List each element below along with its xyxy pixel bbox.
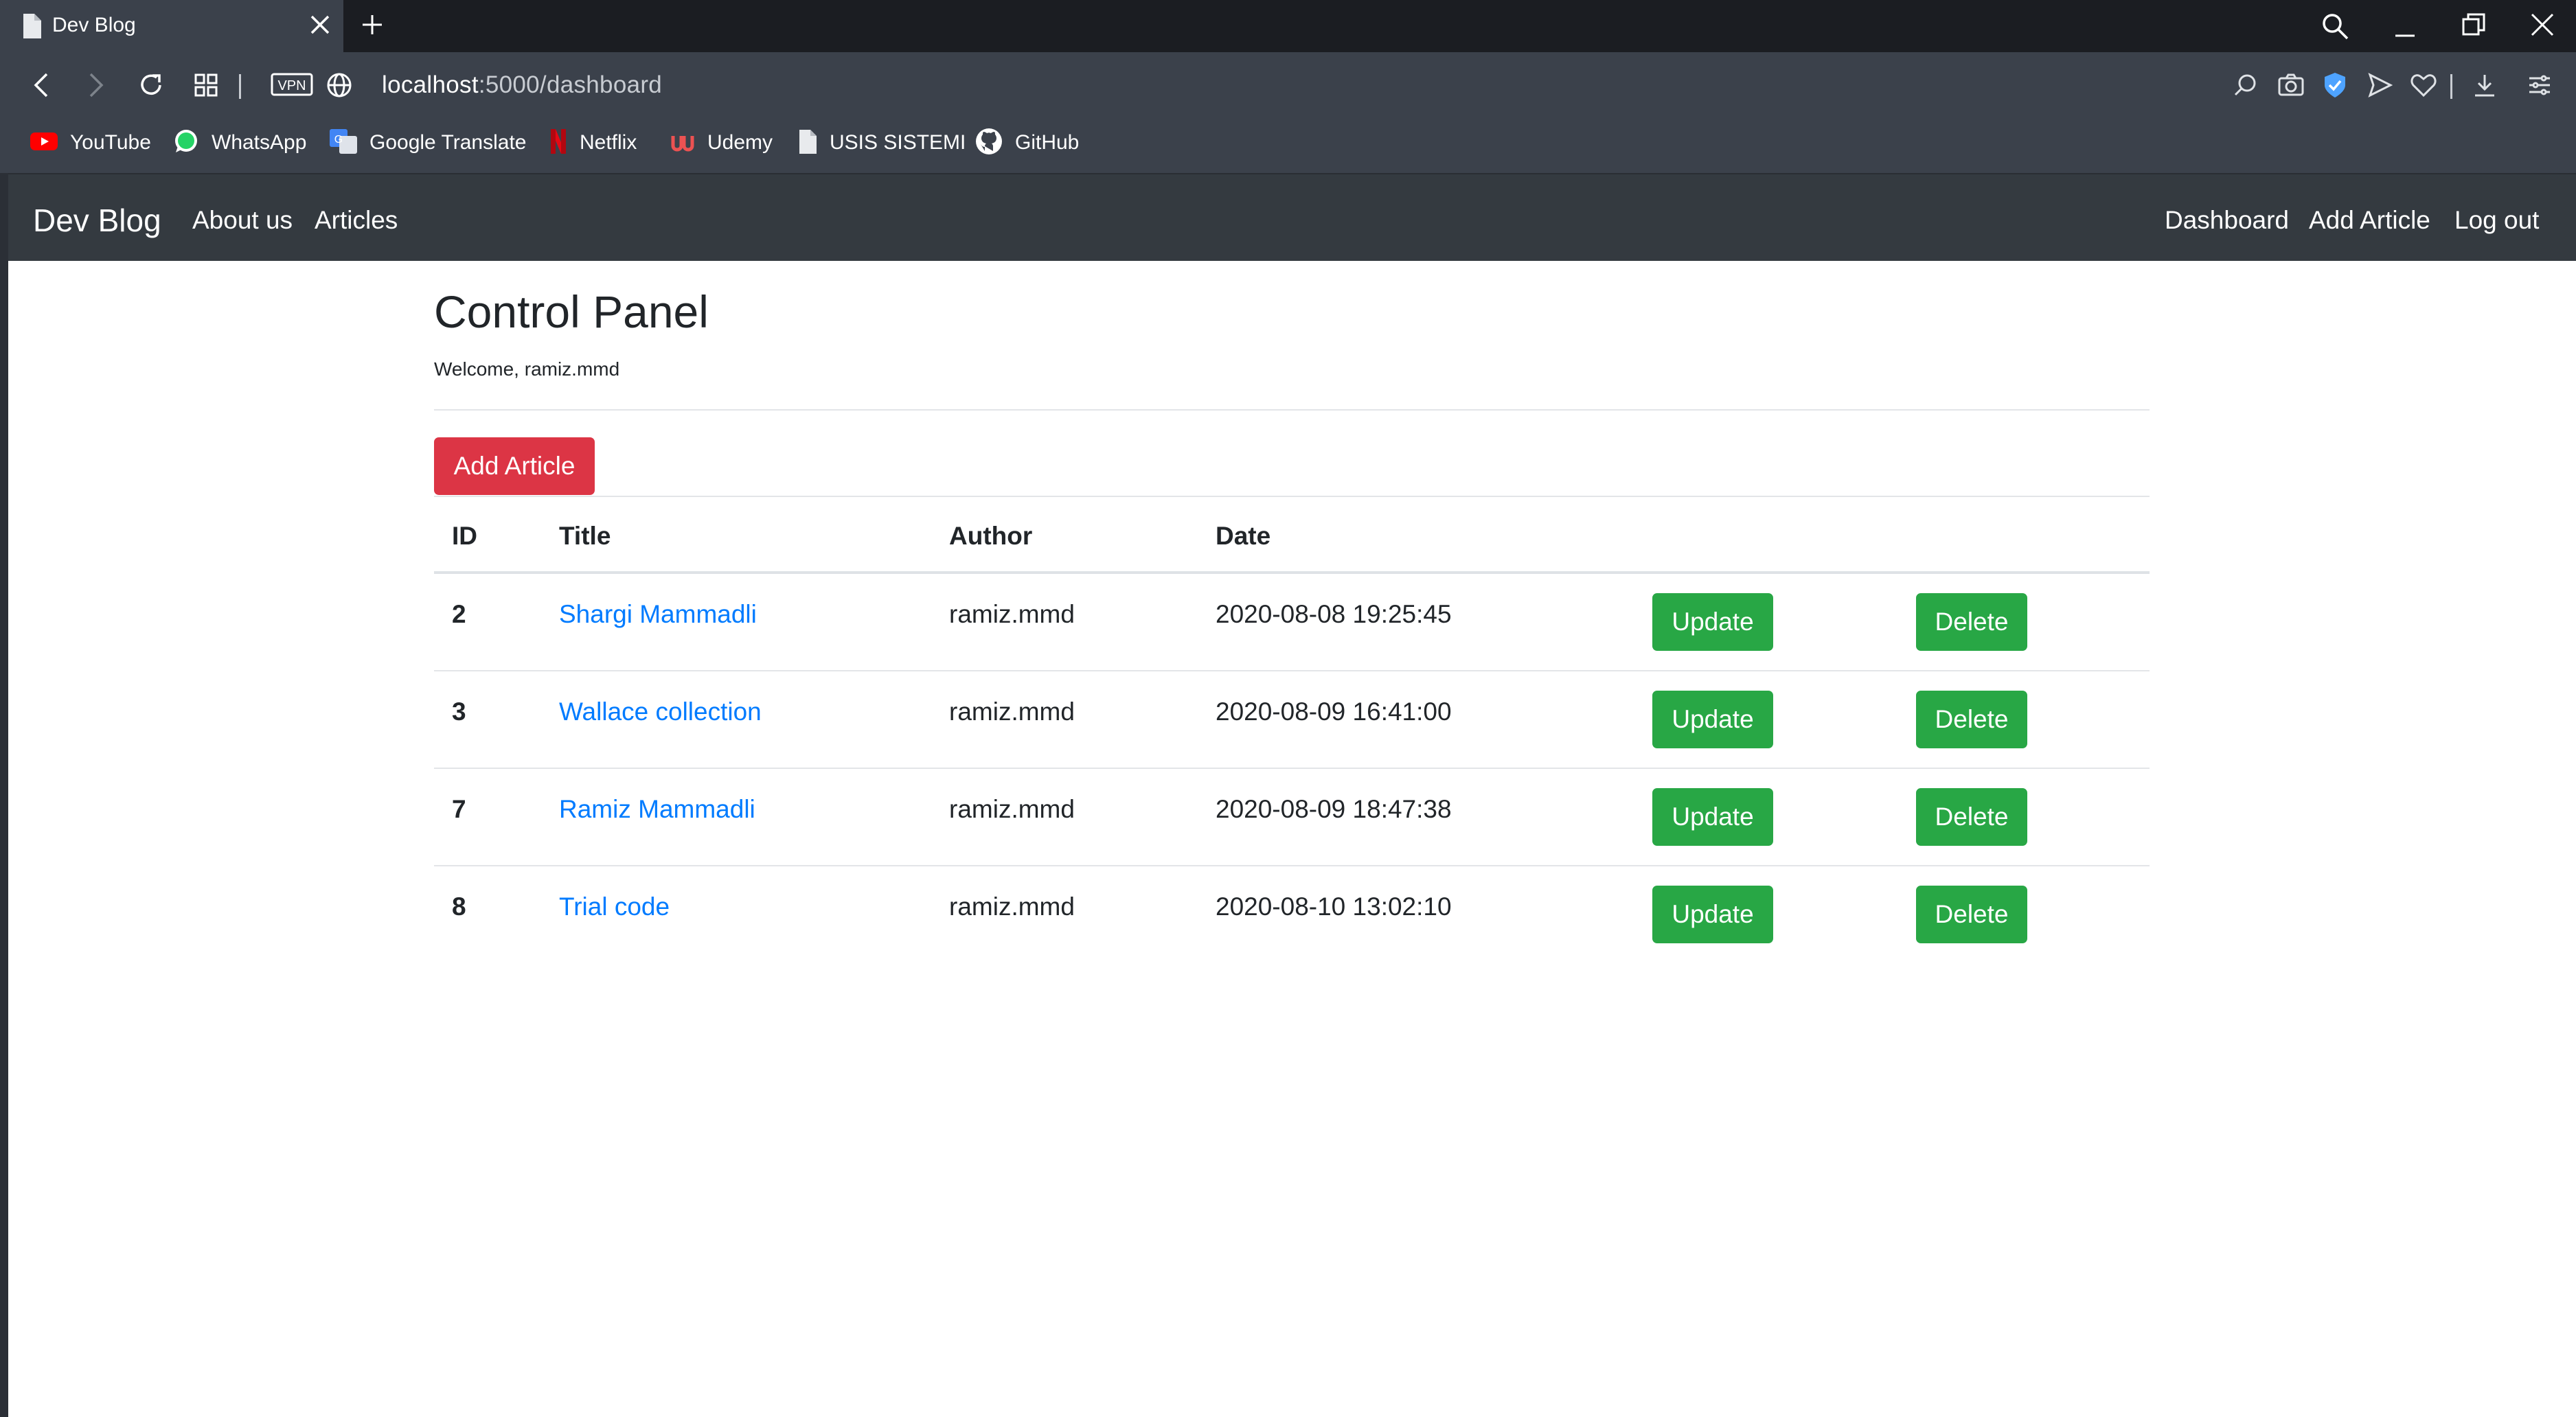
bookmark-udemy[interactable]: Udemy	[670, 128, 773, 158]
udemy-icon	[670, 129, 695, 157]
table-cell-id: 2	[452, 600, 466, 628]
document-icon	[22, 14, 41, 42]
table-header-border	[434, 571, 2150, 574]
download-icon[interactable]	[2472, 73, 2497, 101]
bookmark-label: USIS SISTEMI	[830, 131, 966, 154]
window-edge	[0, 173, 8, 1417]
table-cell-date: 2020-08-10 13:02:10	[1216, 892, 1452, 921]
update-button[interactable]: Update	[1652, 691, 1773, 748]
toolbar-separator	[239, 74, 241, 99]
update-button[interactable]: Update	[1652, 788, 1773, 846]
forward-icon[interactable]	[85, 71, 107, 102]
bookmark-whatsapp[interactable]: WhatsApp	[173, 128, 306, 158]
document-icon	[798, 128, 817, 158]
url-host: localhost	[382, 71, 479, 98]
bookmark-label: WhatsApp	[212, 131, 307, 154]
welcome-text: Welcome, ramiz.mmd	[434, 358, 620, 380]
bookmark-youtube[interactable]: YouTube	[30, 128, 151, 158]
bookmark-netflix[interactable]: Netflix	[549, 128, 637, 158]
nav-articles[interactable]: Articles	[315, 206, 398, 235]
site-navbar: Dev Blog About us Articles Dashboard Add…	[8, 173, 2576, 261]
new-tab-icon[interactable]	[360, 12, 385, 41]
table-row-border	[434, 768, 2150, 769]
minimize-icon[interactable]	[2393, 12, 2417, 43]
netflix-icon	[549, 128, 567, 159]
bookmark-label: Udemy	[707, 131, 773, 154]
delete-button[interactable]: Delete	[1916, 886, 2027, 943]
browser-tab-bar: Dev Blog	[0, 0, 2576, 52]
table-cell-author: ramiz.mmd	[949, 892, 1075, 921]
search-icon[interactable]	[2321, 12, 2349, 43]
delete-button[interactable]: Delete	[1916, 593, 2027, 651]
heart-icon[interactable]	[2410, 73, 2437, 101]
bookmark-label: Google Translate	[369, 131, 527, 154]
nav-dashboard[interactable]: Dashboard	[2165, 206, 2289, 235]
bookmark-usis-sistemi[interactable]: USIS SISTEMI	[798, 128, 966, 158]
table-cell-date: 2020-08-08 19:25:45	[1216, 600, 1452, 628]
delete-button[interactable]: Delete	[1916, 691, 2027, 748]
article-title-link[interactable]: Trial code	[559, 892, 670, 921]
speed-dial-icon[interactable]	[194, 73, 218, 101]
camera-icon[interactable]	[2277, 73, 2305, 101]
nav-log-out[interactable]: Log out	[2454, 206, 2539, 235]
article-title-link[interactable]: Shargi Mammadli	[559, 600, 757, 629]
table-cell-id: 8	[452, 892, 466, 921]
table-cell-author: ramiz.mmd	[949, 795, 1075, 823]
update-button[interactable]: Update	[1652, 593, 1773, 651]
table-cell-id: 3	[452, 698, 466, 726]
url-path: :5000/dashboard	[478, 71, 663, 98]
nav-add-article[interactable]: Add Article	[2309, 206, 2430, 235]
table-row-border	[434, 865, 2150, 866]
column-header-author: Author	[949, 522, 1033, 550]
whatsapp-icon	[173, 128, 199, 158]
send-icon[interactable]	[2368, 73, 2393, 101]
delete-button[interactable]: Delete	[1916, 788, 2027, 846]
article-title-link[interactable]: Ramiz Mammadli	[559, 795, 755, 824]
close-window-icon[interactable]	[2530, 12, 2555, 41]
browser-tab[interactable]: Dev Blog	[0, 0, 343, 52]
column-header-title: Title	[559, 522, 611, 550]
youtube-icon	[30, 131, 58, 155]
toolbar-separator	[2450, 74, 2452, 99]
table-cell-date: 2020-08-09 16:41:00	[1216, 698, 1452, 726]
github-icon	[975, 128, 1003, 159]
bookmark-label: GitHub	[1015, 131, 1080, 154]
divider	[434, 409, 2150, 411]
google-translate-icon: G	[330, 128, 357, 159]
site-brand[interactable]: Dev Blog	[33, 202, 161, 239]
table-cell-author: ramiz.mmd	[949, 600, 1075, 628]
bookmark-github[interactable]: GitHub	[975, 128, 1079, 158]
close-tab-icon[interactable]	[308, 12, 332, 41]
bookmark-google-translate[interactable]: G Google Translate	[330, 128, 526, 158]
add-article-button[interactable]: Add Article	[434, 437, 595, 495]
back-icon[interactable]	[30, 71, 52, 102]
tab-title: Dev Blog	[52, 14, 136, 36]
table-cell-id: 7	[452, 795, 466, 823]
bookmark-label: Netflix	[580, 131, 637, 154]
page-title: Control Panel	[434, 286, 709, 337]
svg-text:G: G	[334, 134, 343, 146]
vpn-label: VPN	[277, 78, 306, 93]
search-in-page-icon[interactable]	[2233, 73, 2258, 101]
table-row-border	[434, 670, 2150, 671]
restore-icon[interactable]	[2461, 12, 2486, 41]
update-button[interactable]: Update	[1652, 886, 1773, 943]
table-cell-author: ramiz.mmd	[949, 698, 1075, 726]
article-title-link[interactable]: Wallace collection	[559, 698, 762, 726]
column-header-id: ID	[452, 522, 477, 550]
shield-icon[interactable]	[2323, 71, 2347, 102]
table-top-border	[434, 496, 2150, 497]
vpn-badge[interactable]: VPN	[271, 71, 313, 101]
address-field[interactable]: localhost:5000/dashboard	[382, 71, 662, 99]
reload-icon[interactable]	[137, 71, 165, 102]
table-cell-date: 2020-08-09 18:47:38	[1216, 795, 1452, 823]
settings-sliders-icon[interactable]	[2527, 73, 2552, 101]
column-header-date: Date	[1216, 522, 1271, 550]
globe-icon[interactable]	[326, 71, 353, 102]
nav-about-us[interactable]: About us	[192, 206, 293, 235]
bookmark-label: YouTube	[70, 131, 151, 154]
